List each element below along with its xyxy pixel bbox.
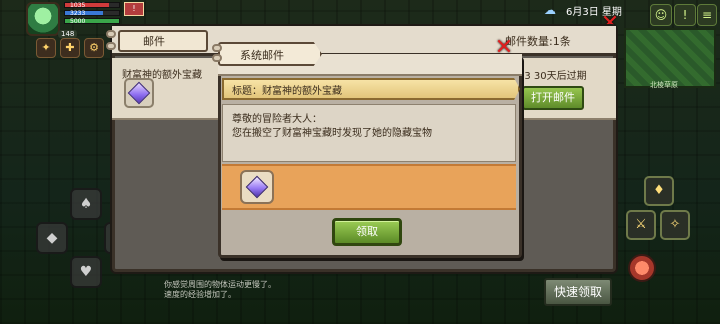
- dpad-left-button[interactable]: ◆: [36, 222, 68, 254]
- dpad-down-button[interactable]: ♥: [70, 256, 102, 288]
- mail-window-title: 邮件: [143, 35, 165, 48]
- settings-gear-icon[interactable]: ⚙: [84, 38, 104, 58]
- binder-ring: [212, 54, 222, 62]
- binder-ring: [106, 30, 116, 38]
- hp-value: 1035: [70, 2, 86, 9]
- mail-message: 您在搬空了财富神宝藏时发现了她的隐藏宝物: [232, 128, 432, 139]
- mail-item-expiry: 23 30天后过期: [518, 71, 587, 82]
- event-log: 你感觉周围的物体运动更慢了。 速度的经验增加了。: [164, 280, 276, 300]
- binder-ring: [212, 44, 222, 52]
- skill-slot-3[interactable]: ♦: [644, 176, 674, 206]
- bag-icon[interactable]: [628, 254, 656, 282]
- quick-claim-button[interactable]: 快速领取: [544, 278, 612, 306]
- weather-icon: ☁: [544, 3, 556, 17]
- sp-value: 5000: [70, 18, 86, 25]
- mail-item-gem-icon: [124, 78, 154, 108]
- minimap[interactable]: [624, 28, 716, 88]
- skill-slot-2[interactable]: ✧: [660, 210, 690, 240]
- mail-subject: 标题：财富神的额外宝藏: [232, 86, 342, 97]
- dpad-up-button[interactable]: ♠: [70, 188, 102, 220]
- gift-icon[interactable]: ✚: [60, 38, 80, 58]
- dialog-title: 系统邮件: [240, 49, 284, 62]
- character-icon[interactable]: ☺: [650, 4, 672, 26]
- minimap-location-label: 北棱草原: [650, 81, 678, 89]
- claim-button[interactable]: 领取: [332, 218, 402, 246]
- status-chip[interactable]: !: [124, 2, 144, 16]
- hero-portrait-avatar[interactable]: [26, 2, 60, 36]
- log-line: 你感觉周围的物体运动更慢了。: [164, 280, 276, 289]
- open-mail-button[interactable]: 打开邮件: [522, 86, 584, 110]
- log-line: 速度的经验增加了。: [164, 290, 236, 299]
- purple-gem-icon[interactable]: [240, 170, 274, 204]
- skill-slot-1[interactable]: ⚔: [626, 210, 656, 240]
- mail-greeting: 尊敬的冒险者大人：: [232, 114, 322, 125]
- gold-icon[interactable]: ✦: [36, 38, 56, 58]
- level-badge: 148: [58, 30, 78, 38]
- binder-ring: [106, 42, 116, 50]
- menu-icon[interactable]: ≡: [697, 4, 717, 26]
- mp-value: 3233: [70, 10, 86, 17]
- quest-icon[interactable]: !: [674, 4, 696, 26]
